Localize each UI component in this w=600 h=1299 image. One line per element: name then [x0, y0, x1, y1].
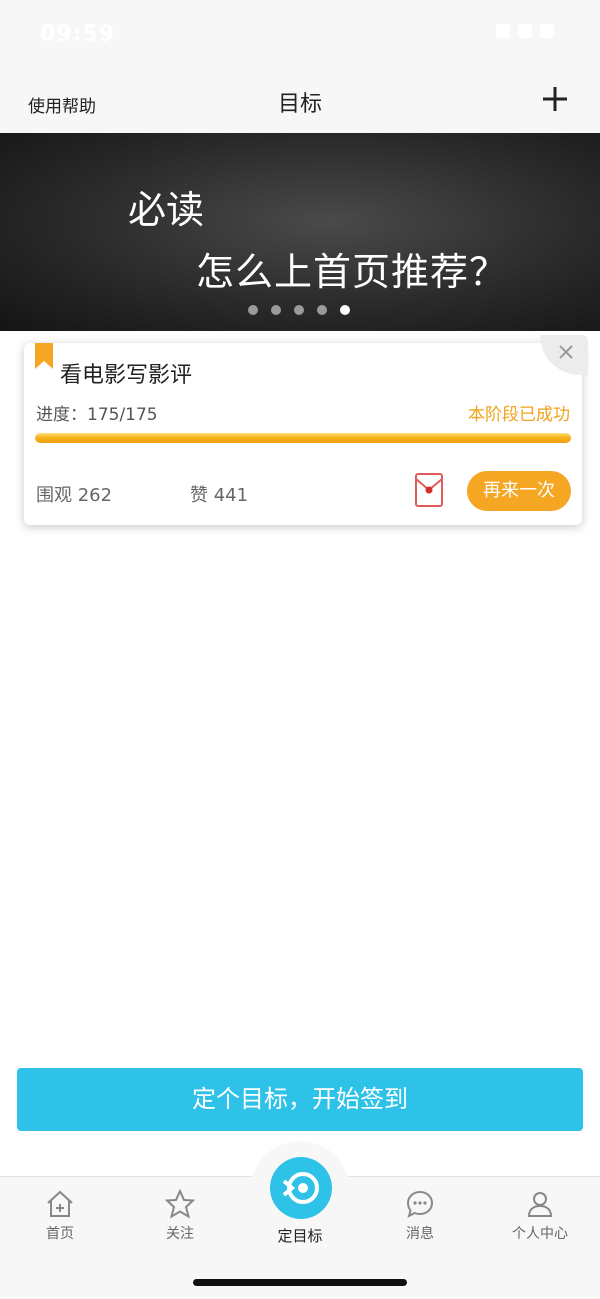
- tab-profile-label: 个人中心: [512, 1226, 568, 1242]
- tab-home-label: 首页: [46, 1226, 74, 1242]
- tab-messages[interactable]: 消息: [360, 1189, 480, 1243]
- close-icon: [559, 345, 573, 359]
- carousel-dot[interactable]: [340, 305, 350, 315]
- target-icon: [282, 1172, 319, 1204]
- home-icon: [47, 1190, 73, 1217]
- person-icon: [527, 1192, 553, 1217]
- retry-button[interactable]: 再来一次: [467, 471, 571, 511]
- page-title: 目标: [277, 92, 322, 117]
- message-icon: [406, 1190, 434, 1219]
- tab-home[interactable]: 首页: [0, 1189, 120, 1243]
- home-indicator: [193, 1279, 407, 1286]
- battery-icon: [540, 24, 554, 38]
- goal-title: 看电影写影评: [60, 363, 193, 388]
- carousel-dot[interactable]: [317, 305, 327, 315]
- banner-carousel[interactable]: 必读 怎么上首页推荐？: [0, 133, 600, 331]
- tab-follow[interactable]: 关注: [120, 1189, 240, 1243]
- progress-label: 进度：175/175: [36, 405, 158, 425]
- progress-bar: [35, 433, 571, 443]
- red-envelope-icon[interactable]: [415, 473, 443, 507]
- status-time: 09:59: [40, 22, 116, 47]
- tab-profile[interactable]: 个人中心: [480, 1189, 600, 1243]
- nav-bar: 使用帮助 目标: [0, 70, 600, 133]
- stage-status: 本阶段已成功: [468, 405, 570, 425]
- tab-set-goal[interactable]: [270, 1157, 332, 1219]
- carousel-dot[interactable]: [271, 305, 281, 315]
- goal-card[interactable]: 看电影写影评 进度：175/175 本阶段已成功 围观 262 赞 441 再来…: [24, 335, 588, 525]
- banner-line1: 必读: [128, 188, 205, 232]
- carousel-dots: [248, 305, 350, 315]
- views-count: 围观 262: [36, 485, 113, 506]
- signal-icon: [496, 24, 510, 38]
- progress-fill: [35, 433, 571, 443]
- likes-count[interactable]: 赞 441: [190, 481, 248, 507]
- carousel-dot[interactable]: [248, 305, 258, 315]
- wifi-icon: [518, 24, 532, 38]
- star-icon: [165, 1189, 195, 1219]
- status-icons: [496, 24, 554, 38]
- close-button[interactable]: [540, 335, 588, 375]
- tab-follow-label: 关注: [166, 1226, 194, 1242]
- carousel-dot[interactable]: [294, 305, 304, 315]
- set-goal-button[interactable]: 定个目标，开始签到: [17, 1068, 583, 1131]
- tab-messages-label: 消息: [406, 1226, 434, 1242]
- plus-icon[interactable]: [540, 84, 570, 114]
- status-bar: 09:59: [0, 0, 600, 70]
- bookmark-icon: [35, 343, 53, 369]
- tab-set-goal-label: 定目标: [277, 1227, 323, 1245]
- banner-line2: 怎么上首页推荐？: [196, 250, 509, 294]
